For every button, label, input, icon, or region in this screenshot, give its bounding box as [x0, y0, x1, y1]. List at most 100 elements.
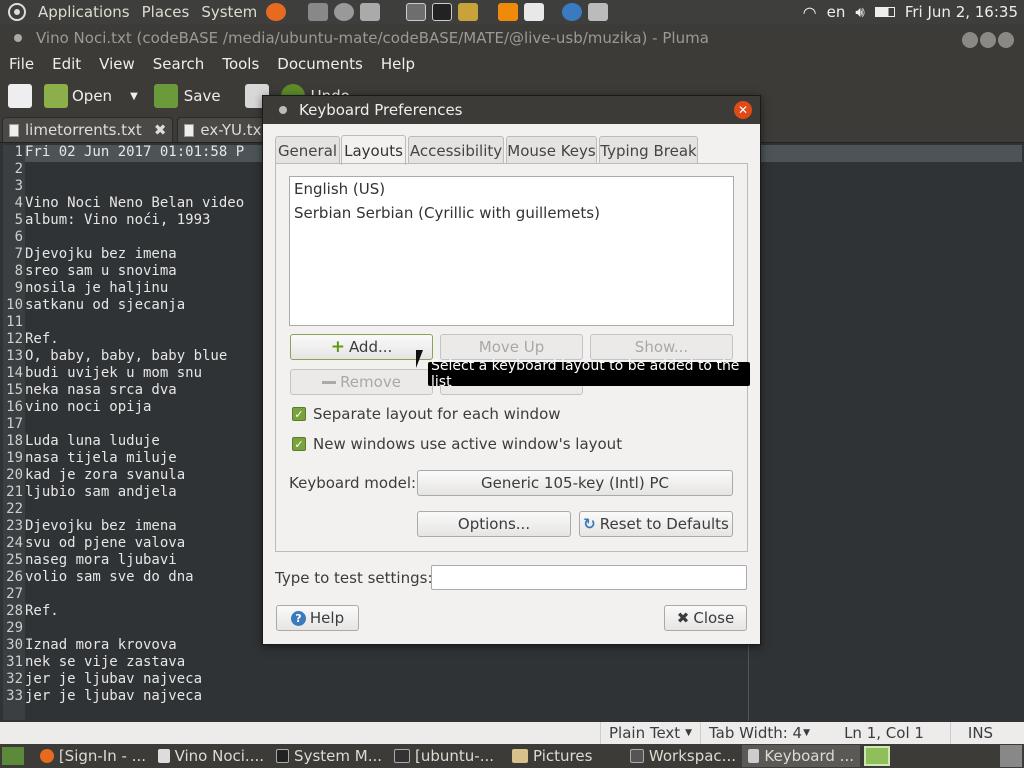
- applications-menu[interactable]: Applications: [32, 3, 136, 21]
- new-windows-checkbox[interactable]: ✓: [292, 437, 306, 451]
- tab-general[interactable]: General: [275, 136, 340, 164]
- task-vino-noci[interactable]: Vino Noci....: [152, 745, 270, 767]
- editor-line[interactable]: 31 nek se vije zastava: [3, 654, 244, 671]
- minimize-icon[interactable]: [962, 32, 978, 48]
- dialog-close-icon[interactable]: ✕: [734, 101, 752, 119]
- add-layout-button[interactable]: + Add...: [290, 334, 433, 360]
- layouts-list[interactable]: English (US) Serbian Serbian (Cyrillic w…: [289, 176, 734, 326]
- editor-line[interactable]: 17: [3, 416, 244, 433]
- clock[interactable]: Fri Jun 2, 16:35: [905, 3, 1018, 21]
- maximize-icon[interactable]: [980, 32, 996, 48]
- search-tool-icon[interactable]: [334, 3, 355, 21]
- separate-layout-checkbox[interactable]: ✓: [292, 407, 306, 421]
- vlc-icon[interactable]: [498, 3, 519, 21]
- task-ubuntu[interactable]: [ubuntu-...: [388, 745, 506, 767]
- system-monitor-icon[interactable]: [432, 3, 453, 21]
- battery-icon[interactable]: [874, 7, 895, 17]
- new-windows-label[interactable]: New windows use active window's layout: [313, 435, 622, 453]
- editor-line[interactable]: 14 budi uvijek u mom snu: [3, 365, 244, 382]
- open-dropdown-icon[interactable]: ▼: [130, 91, 138, 102]
- places-menu[interactable]: Places: [136, 3, 196, 21]
- reset-defaults-button[interactable]: ↻ Reset to Defaults: [579, 511, 733, 537]
- editor-line[interactable]: 5 album: Vino noći, 1993: [3, 212, 244, 229]
- show-desktop-icon[interactable]: [2, 747, 24, 765]
- help-button[interactable]: ? Help: [276, 605, 359, 631]
- editor-line[interactable]: 8 sreo sam u snovima: [3, 263, 244, 280]
- editor-text[interactable]: 1 Fri 02 Jun 2017 01:01:58 P 2 3 4 Vino Noci …: [3, 144, 244, 705]
- move-up-button[interactable]: Move Up: [440, 334, 583, 360]
- tab-typing-break[interactable]: Typing Break: [599, 136, 698, 164]
- trash-icon[interactable]: [1000, 745, 1022, 767]
- close-tab-icon[interactable]: ✖: [154, 121, 167, 139]
- menu-documents[interactable]: Documents: [268, 55, 372, 73]
- screenshot-icon[interactable]: [588, 3, 609, 21]
- system-menu[interactable]: System: [195, 3, 263, 21]
- task-sign-in[interactable]: [Sign-In - ...: [34, 745, 152, 767]
- editor-line[interactable]: 19 nasa tijela miluje: [3, 450, 244, 467]
- editor-line[interactable]: 18 Luda luna luduje: [3, 433, 244, 450]
- open-button[interactable]: Open ▼: [44, 84, 138, 108]
- wifi-icon[interactable]: ◠: [803, 3, 817, 22]
- editor-line[interactable]: 25 naseg mora ljubavi: [3, 552, 244, 569]
- editor-line[interactable]: 15 neka nasa srca dva: [3, 382, 244, 399]
- window-close-icon[interactable]: [998, 32, 1014, 48]
- menu-help[interactable]: Help: [372, 55, 424, 73]
- tab-layouts[interactable]: Layouts: [341, 135, 406, 165]
- editor-line[interactable]: 9 nosila je haljinu: [3, 280, 244, 297]
- menu-search[interactable]: Search: [144, 55, 214, 73]
- task-keyboard[interactable]: Keyboard ...: [742, 745, 860, 767]
- close-button[interactable]: ✖ Close: [664, 605, 747, 631]
- layout-item-serbian[interactable]: Serbian Serbian (Cyrillic with guillemet…: [290, 201, 733, 225]
- tab-ex-yu[interactable]: ex-YU.txt: [177, 117, 275, 142]
- editor-line[interactable]: 33 jer je ljubav najveca: [3, 688, 244, 705]
- editor-line[interactable]: 29: [3, 620, 244, 637]
- file-manager-icon[interactable]: [406, 3, 427, 21]
- editor-line[interactable]: 27: [3, 586, 244, 603]
- options-button[interactable]: Options...: [417, 511, 571, 537]
- new-document-icon[interactable]: [8, 84, 32, 108]
- editor-line[interactable]: 7 Djevojku bez imena: [3, 246, 244, 263]
- menu-edit[interactable]: Edit: [43, 55, 90, 73]
- text-editor-icon[interactable]: [524, 3, 545, 21]
- volume-icon[interactable]: 🔊︎: [855, 3, 864, 21]
- save-button[interactable]: Save: [153, 84, 221, 108]
- window-menu-icon[interactable]: [14, 34, 22, 42]
- tab-limetorrents[interactable]: limetorrents.txt ✖: [2, 117, 174, 142]
- editor-line[interactable]: 22: [3, 501, 244, 518]
- window-titlebar[interactable]: Vino Noci.txt (codeBASE /media/ubuntu-ma…: [0, 24, 1024, 52]
- separate-layout-label[interactable]: Separate layout for each window: [313, 405, 561, 423]
- editor-line[interactable]: 4 Vino Noci Neno Belan video: [3, 195, 245, 212]
- editor-line[interactable]: 21 ljubio sam andjela: [3, 484, 244, 501]
- editor-line[interactable]: 3: [3, 178, 244, 195]
- keyboard-model-button[interactable]: Generic 105-key (Intl) PC: [417, 470, 733, 496]
- editor-line[interactable]: 26 volio sam sve do dna: [3, 569, 244, 586]
- editor-line[interactable]: 28 Ref.: [3, 603, 244, 620]
- network-tool-icon[interactable]: [562, 3, 583, 21]
- editor-line[interactable]: 1 Fri 02 Jun 2017 01:01:58 P: [3, 144, 245, 161]
- tab-width-selector[interactable]: Tab Width: 4 ▼: [700, 722, 818, 744]
- editor-line[interactable]: 16 vino noci opija: [3, 399, 244, 416]
- editor-line[interactable]: 20 kad je zora svanula: [3, 467, 244, 484]
- mate-logo-icon[interactable]: [8, 3, 26, 21]
- launcher-icon[interactable]: [308, 3, 329, 21]
- editor-line[interactable]: 23 Djevojku bez imena: [3, 518, 244, 535]
- tab-accessibility[interactable]: Accessibility: [408, 136, 504, 164]
- menu-tools[interactable]: Tools: [213, 55, 268, 73]
- task-workspace[interactable]: Workspac...: [624, 745, 742, 767]
- editor-line[interactable]: 32 jer je ljubav najveca: [3, 671, 244, 688]
- editor-line[interactable]: 11: [3, 314, 244, 331]
- remove-layout-button[interactable]: Remove: [290, 369, 433, 395]
- keyboard-layout-indicator[interactable]: en: [827, 3, 846, 21]
- firefox-icon[interactable]: [266, 3, 287, 21]
- dialog-titlebar[interactable]: Keyboard Preferences: [263, 96, 760, 124]
- editor-line[interactable]: 10 satkanu od sjecanja: [3, 297, 244, 314]
- tools-icon[interactable]: [458, 3, 479, 21]
- menu-file[interactable]: File: [0, 55, 43, 73]
- layout-item-english[interactable]: English (US): [290, 177, 733, 201]
- test-settings-input[interactable]: [431, 565, 747, 590]
- editor-line[interactable]: 2: [3, 161, 244, 178]
- tab-mouse-keys[interactable]: Mouse Keys: [506, 136, 597, 164]
- mail-icon[interactable]: [360, 3, 381, 21]
- editor-line[interactable]: 12 Ref.: [3, 331, 244, 348]
- task-pictures[interactable]: Pictures: [506, 745, 624, 767]
